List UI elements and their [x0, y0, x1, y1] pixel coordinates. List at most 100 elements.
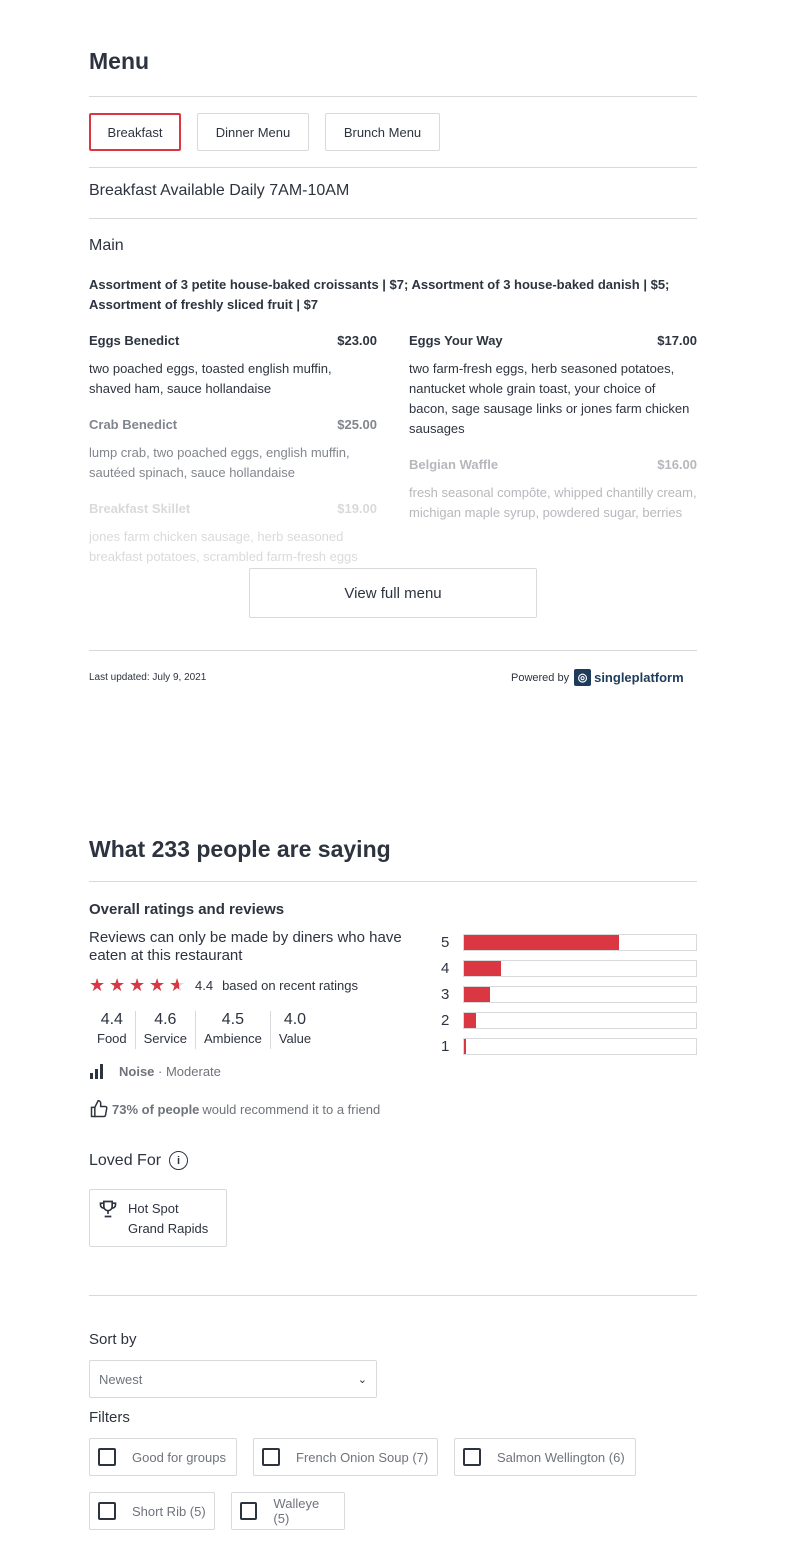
rating-bar-label: 2	[441, 1011, 450, 1029]
tab-brunch-menu[interactable]: Brunch Menu	[325, 113, 440, 151]
badge-subtitle: Grand Rapids	[128, 1221, 209, 1236]
menu-item: Eggs Benedict $23.00 two poached eggs, t…	[89, 331, 377, 399]
menu-item-name: Eggs Your Way	[409, 333, 503, 348]
menu-item-description: fresh seasonal compôte, whipped chantill…	[409, 485, 697, 520]
sort-select-value: Newest	[99, 1371, 143, 1387]
noise-value: · Moderate	[158, 1063, 221, 1079]
sub-rating-ambience: 4.5 Ambience	[195, 1011, 270, 1049]
loved-for: Loved For i	[89, 1151, 189, 1170]
rating-bar-label: 3	[441, 985, 450, 1003]
rating-bar-track	[463, 1011, 697, 1029]
menu-item-description: jones farm chicken sausage, herb seasone…	[89, 529, 358, 564]
menu-item-name: Belgian Waffle	[409, 457, 499, 472]
menu-item-price: $25.00	[337, 417, 377, 432]
menu-availability: Breakfast Available Daily 7AM-10AM	[89, 182, 350, 199]
rating-bar-row[interactable]: 4	[441, 955, 697, 981]
filter-chip[interactable]: Walleye (5)	[231, 1492, 345, 1530]
rating-basis: based on recent ratings	[222, 977, 358, 993]
filter-chip[interactable]: French Onion Soup (7)	[253, 1438, 438, 1476]
loved-for-badge[interactable]: Hot Spot Grand Rapids	[89, 1189, 227, 1247]
info-icon[interactable]: i	[169, 1151, 189, 1170]
view-full-menu-button[interactable]: View full menu	[249, 568, 537, 618]
checkbox-icon[interactable]	[98, 1448, 116, 1466]
recommend-text: would recommend it to a friend	[202, 1101, 381, 1117]
sub-rating-label: Food	[97, 1031, 127, 1046]
checkbox-icon[interactable]	[262, 1448, 280, 1466]
filter-chip[interactable]: Short Rib (5)	[89, 1492, 215, 1530]
thumbs-up-icon	[90, 1099, 108, 1118]
sub-rating-food: 4.4 Food	[89, 1011, 135, 1049]
half-star-icon: ★	[169, 975, 189, 995]
sub-rating-value: 4.0	[283, 1011, 307, 1028]
menu-item: Crab Benedict $25.00 lump crab, two poac…	[89, 415, 377, 483]
divider	[89, 650, 697, 651]
rating-bar-track	[463, 933, 697, 951]
checkbox-icon[interactable]	[463, 1448, 481, 1466]
rating-bar-fill	[464, 1038, 467, 1054]
filters-label: Filters	[89, 1409, 130, 1426]
rating-bar-row[interactable]: 2	[441, 1007, 697, 1033]
sub-rating-label: Value	[278, 1031, 312, 1046]
menu-item-price: $19.00	[337, 501, 377, 516]
star-icon: ★	[129, 975, 146, 995]
menu-section-title: Main	[89, 237, 124, 254]
filter-chip-label: French Onion Soup (7)	[296, 1449, 429, 1465]
overall-rating: ★ ★ ★ ★ ★ 4.4 based on recent ratings	[89, 975, 358, 995]
noise-label: Noise	[119, 1063, 155, 1079]
divider	[89, 1295, 697, 1296]
divider	[89, 167, 697, 168]
rating-bar-row[interactable]: 5	[441, 929, 697, 955]
rating-bar-label: 4	[441, 959, 450, 977]
rating-bar-fill	[464, 934, 620, 950]
tab-dinner-menu[interactable]: Dinner Menu	[197, 113, 309, 151]
noise-level: Noise · Moderate	[89, 1063, 221, 1079]
menu-column-right: Eggs Your Way $17.00 two farm-fresh eggs…	[409, 331, 697, 539]
menu-item-name: Crab Benedict	[89, 417, 178, 432]
star-icon: ★	[89, 975, 106, 995]
filter-chip-label: Salmon Wellington (6)	[497, 1449, 625, 1465]
sub-rating-label: Service	[143, 1031, 187, 1046]
rating-distribution: 5 4 3 2 1	[441, 929, 697, 1059]
rating-bar-fill	[464, 960, 502, 976]
menu-item: Eggs Your Way $17.00 two farm-fresh eggs…	[409, 331, 697, 439]
overall-ratings-title: Overall ratings and reviews	[89, 901, 285, 918]
reviews-eligibility-note: Reviews can only be made by diners who h…	[89, 929, 402, 964]
recommend-percent: 73% of people	[112, 1101, 200, 1117]
singleplatform-logo: ◎ singleplatform	[574, 669, 684, 686]
overall-rating-value: 4.4	[195, 977, 214, 993]
tab-breakfast[interactable]: Breakfast	[89, 113, 181, 151]
singleplatform-logo-icon: ◎	[574, 669, 592, 686]
checkbox-icon[interactable]	[240, 1502, 258, 1520]
sub-rating-service: 4.6 Service	[134, 1011, 195, 1049]
sort-select[interactable]: Newest ⌄	[89, 1360, 377, 1398]
star-icon: ★	[109, 975, 126, 995]
menu-item: Breakfast Skillet $19.00 jones farm chic…	[89, 499, 377, 565]
powered-by[interactable]: Powered by ◎ singleplatform	[511, 669, 684, 686]
menu-item-name: Breakfast Skillet	[89, 501, 191, 516]
loved-for-label: Loved For	[89, 1151, 162, 1169]
menu-items-preview: Eggs Benedict $23.00 two poached eggs, t…	[89, 331, 697, 565]
checkbox-icon[interactable]	[98, 1502, 116, 1520]
sort-by-label: Sort by	[89, 1331, 137, 1348]
sub-rating-value: 4.6	[154, 1011, 177, 1028]
menu-item-price: $23.00	[337, 333, 377, 348]
rating-bar-row[interactable]: 3	[441, 981, 697, 1007]
menu-item-price: $17.00	[657, 333, 697, 348]
filter-chip-label: Short Rib (5)	[132, 1503, 206, 1519]
menu-last-updated: Last updated: July 9, 2021	[89, 672, 207, 683]
menu-item-description: two poached eggs, toasted english muffin…	[89, 361, 332, 396]
filter-chip[interactable]: Salmon Wellington (6)	[454, 1438, 636, 1476]
sub-ratings: 4.4 Food 4.6 Service 4.5 Ambience 4.0 Va…	[89, 1011, 319, 1049]
rating-bar-label: 1	[441, 1037, 450, 1055]
menu-item-name: Eggs Benedict	[89, 333, 180, 348]
powered-by-label: Powered by	[511, 671, 570, 684]
sub-rating-value-score: 4.0 Value	[269, 1011, 319, 1049]
divider	[89, 96, 697, 97]
filter-chip-label: Walleye (5)	[273, 1496, 320, 1526]
sub-rating-label: Ambience	[204, 1031, 262, 1046]
filter-chip[interactable]: Good for groups	[89, 1438, 237, 1476]
rating-bar-row[interactable]: 1	[441, 1033, 697, 1059]
sub-rating-value: 4.4	[100, 1011, 123, 1028]
rating-bar-fill	[464, 1012, 476, 1028]
rating-bar-track	[463, 959, 697, 977]
